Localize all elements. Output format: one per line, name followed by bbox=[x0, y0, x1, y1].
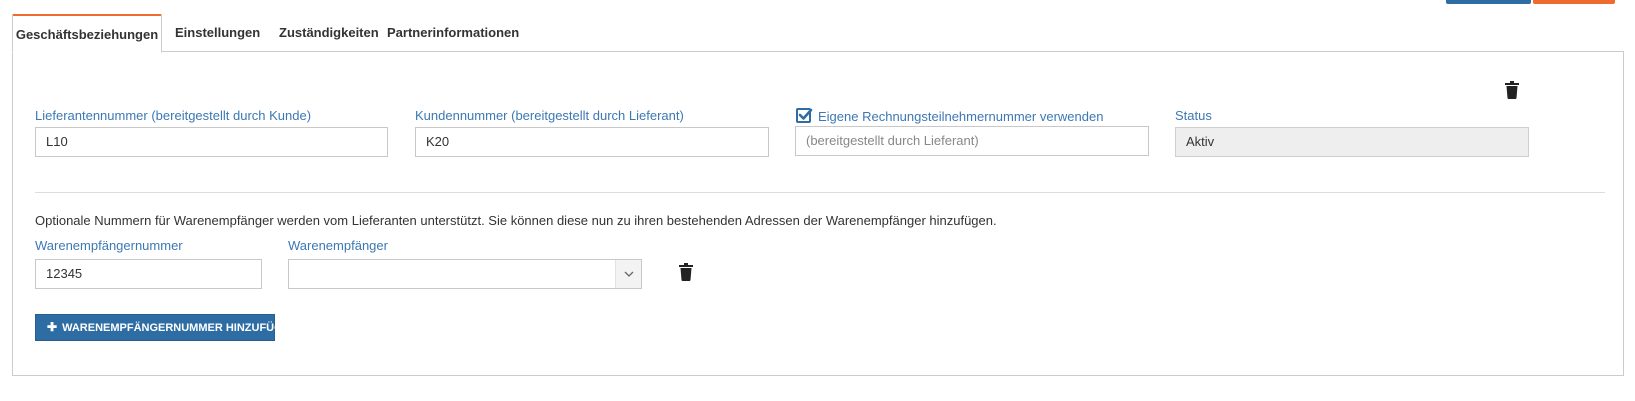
check-icon bbox=[798, 108, 813, 120]
recipient-number-input[interactable]: 12345 bbox=[35, 259, 262, 289]
plus-icon: ✚ bbox=[47, 320, 58, 334]
tab-einstellungen[interactable]: Einstellungen bbox=[175, 14, 260, 52]
own-invoice-number-checkbox[interactable] bbox=[796, 108, 813, 123]
tab-partnerinformationen[interactable]: Partnerinformationen bbox=[387, 14, 519, 52]
supplier-number-input[interactable]: L10 bbox=[35, 127, 388, 157]
recipient-label: Warenempfänger bbox=[288, 238, 388, 253]
top-secondary-button[interactable] bbox=[1533, 0, 1615, 4]
chevron-down-icon bbox=[624, 271, 634, 277]
customer-number-input[interactable]: K20 bbox=[415, 127, 769, 157]
recipients-info-text: Optionale Nummern für Warenempfänger wer… bbox=[35, 213, 997, 228]
recipient-number-label: Warenempfängernummer bbox=[35, 238, 183, 253]
section-divider bbox=[35, 192, 1605, 193]
invoice-participant-input[interactable]: (bereitgestellt durch Lieferant) bbox=[795, 126, 1149, 156]
business-relations-panel: Lieferantennummer (bereitgestellt durch … bbox=[12, 51, 1624, 376]
recipient-select[interactable] bbox=[288, 259, 642, 289]
status-field: Aktiv bbox=[1175, 127, 1529, 157]
recipient-select-toggle[interactable] bbox=[615, 260, 641, 288]
add-recipient-number-button[interactable]: ✚ WARENEMPFÄNGERNUMMER HINZUFÜGEN bbox=[35, 314, 298, 341]
tab-zustaendigkeiten[interactable]: Zuständigkeiten bbox=[279, 14, 379, 52]
supplier-number-label: Lieferantennummer (bereitgestellt durch … bbox=[35, 108, 312, 123]
top-primary-button[interactable] bbox=[1446, 0, 1531, 4]
add-recipient-number-label: WARENEMPFÄNGERNUMMER HINZUFÜGEN bbox=[62, 322, 298, 334]
status-label: Status bbox=[1175, 108, 1212, 123]
tab-bar: Geschäftsbeziehungen Einstellungen Zustä… bbox=[12, 14, 1624, 53]
delete-recipient-trash-icon[interactable] bbox=[679, 263, 693, 281]
tab-geschaeftsbeziehungen[interactable]: Geschäftsbeziehungen bbox=[12, 14, 162, 53]
own-invoice-number-label: Eigene Rechnungsteilnehmernummer verwend… bbox=[818, 109, 1104, 124]
customer-number-label: Kundennummer (bereitgestellt durch Liefe… bbox=[415, 108, 684, 123]
delete-relation-trash-icon[interactable] bbox=[1505, 81, 1519, 99]
